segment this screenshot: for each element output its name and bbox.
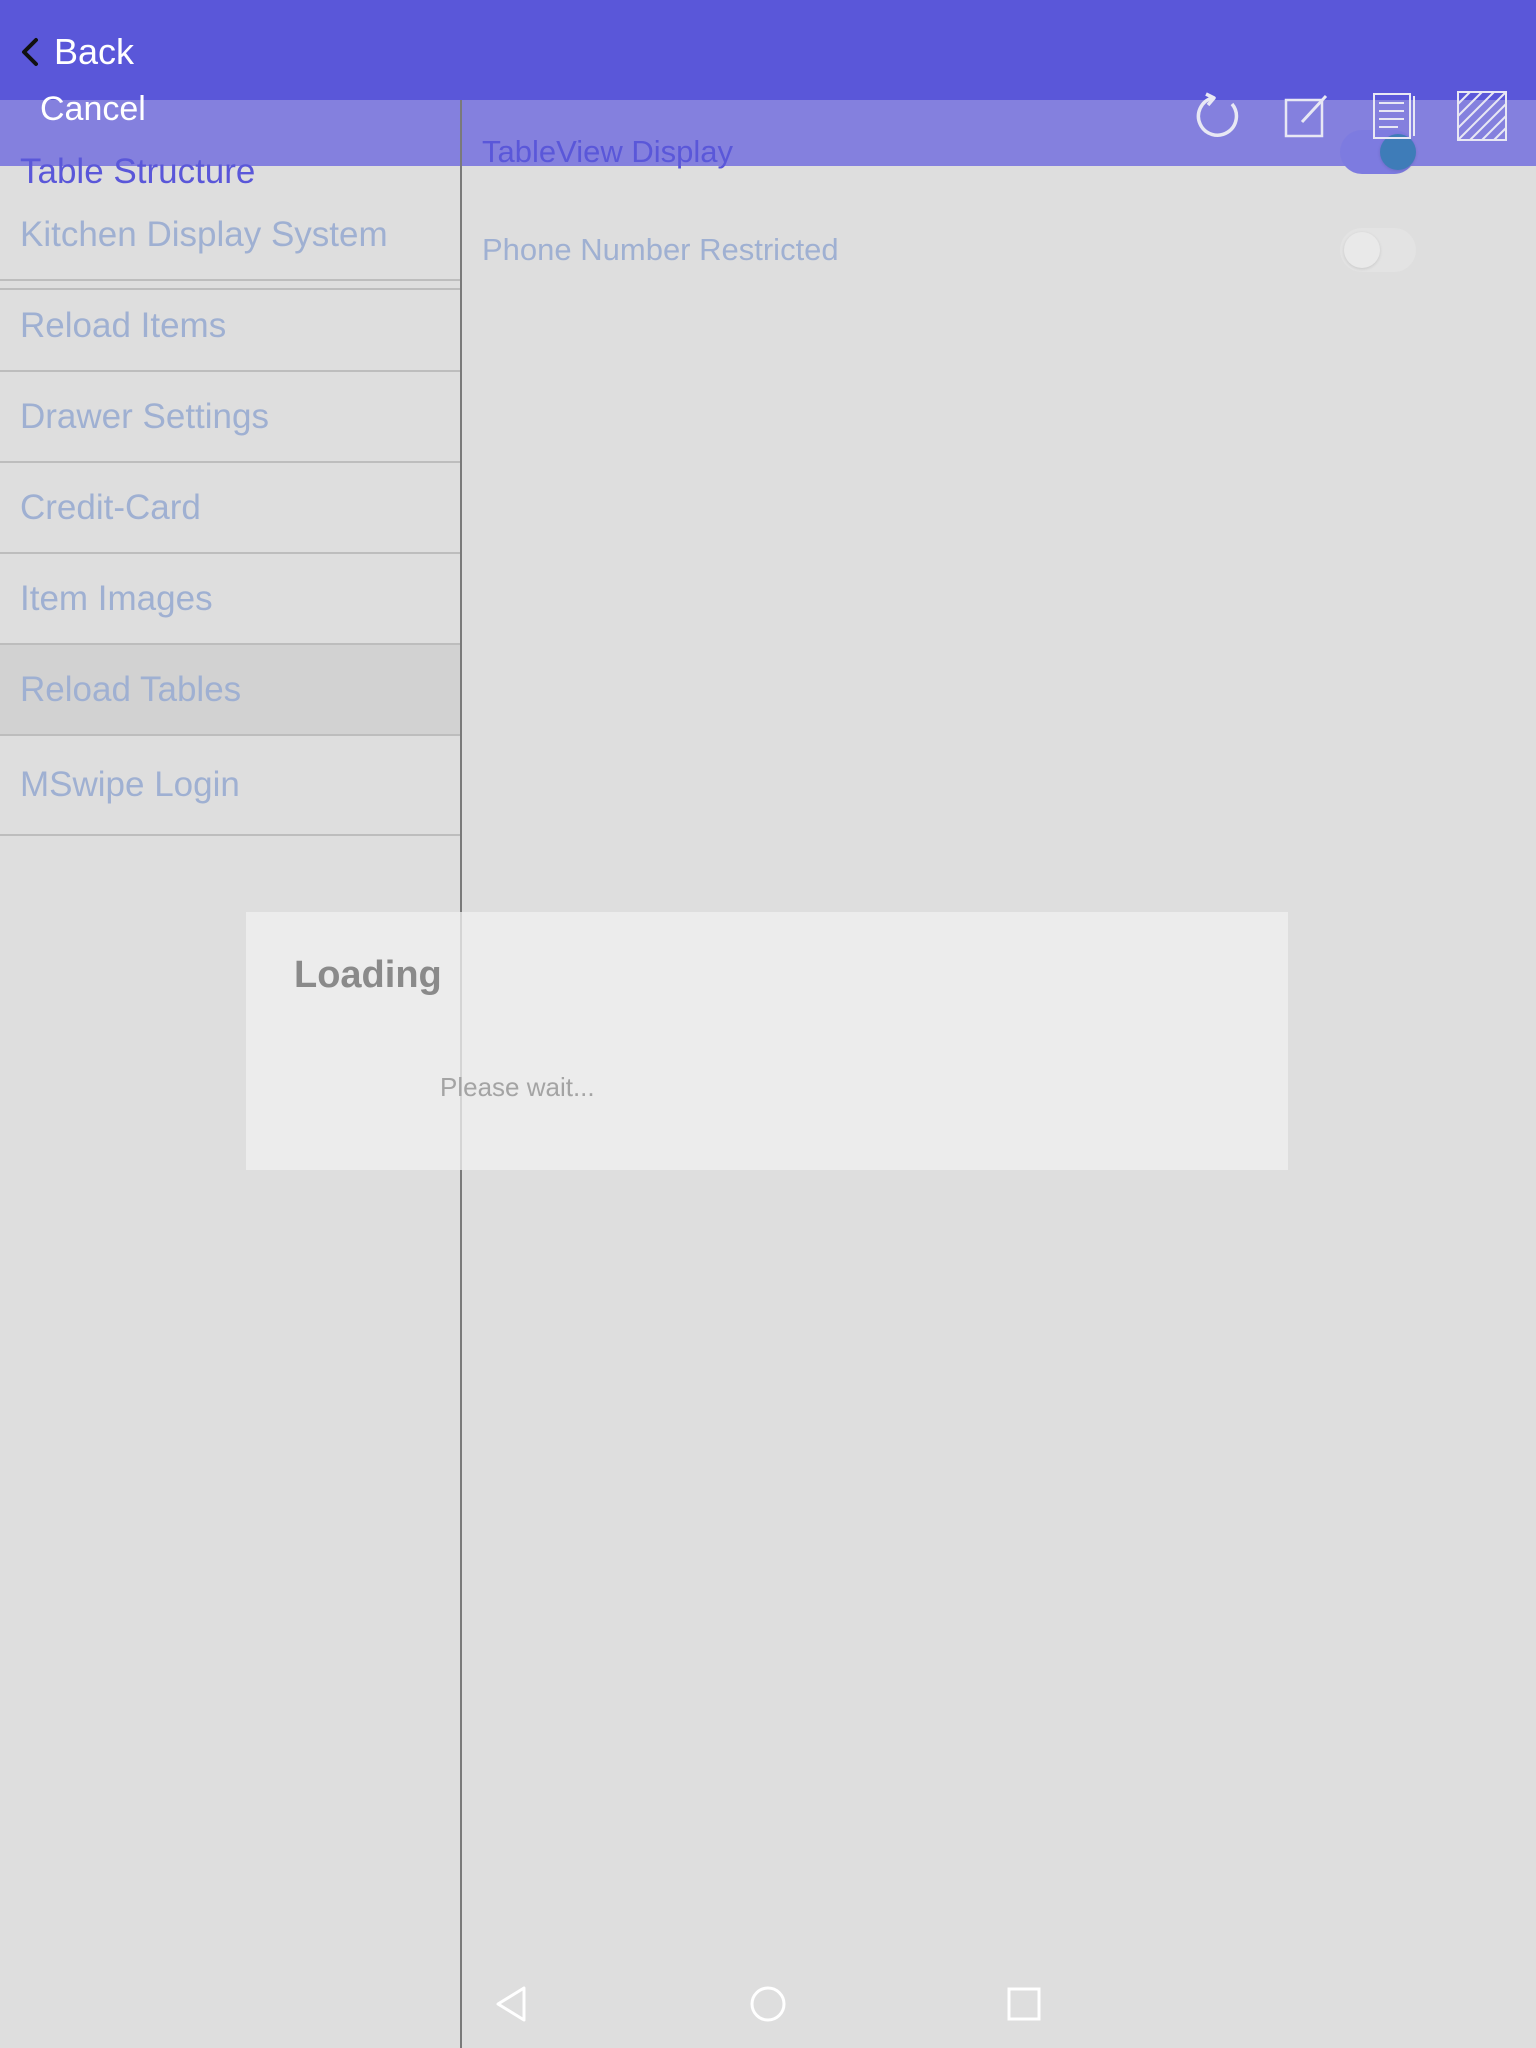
- dialog-message: Please wait...: [440, 1072, 595, 1102]
- sidebar-item-label: Item Images: [20, 578, 213, 618]
- sidebar-item-label: Reload Items: [20, 305, 227, 345]
- edit-button[interactable]: [1280, 88, 1332, 144]
- sidebar-item-kitchen-display-system[interactable]: Kitchen Display System: [0, 190, 460, 281]
- refresh-button[interactable]: [1192, 88, 1244, 144]
- nav-recents-button[interactable]: [1002, 1982, 1046, 2026]
- sidebar-item-drawer-settings[interactable]: Drawer Settings: [0, 372, 460, 463]
- nav-home-button[interactable]: [746, 1982, 790, 2026]
- setting-label: TableView Display: [482, 134, 733, 169]
- setting-label: Phone Number Restricted: [482, 232, 839, 267]
- pattern-icon: [1457, 91, 1507, 141]
- refresh-icon: [1196, 92, 1239, 137]
- home-nav-icon: [750, 1986, 786, 2022]
- sidebar-item-credit-card[interactable]: Credit-Card: [0, 463, 460, 554]
- sidebar-item-reload-items[interactable]: Reload Items: [0, 281, 460, 372]
- toggle-knob: [1344, 232, 1380, 268]
- sidebar-item-mswipe-login[interactable]: MSwipe Login: [0, 736, 460, 836]
- back-button[interactable]: Back: [12, 24, 134, 80]
- nav-back-button[interactable]: [490, 1982, 534, 2026]
- app-bar: Back: [0, 0, 1536, 100]
- dialog-title: Loading: [294, 954, 442, 996]
- setting-row-phone-number-restricted: Phone Number Restricted: [482, 220, 1422, 280]
- sidebar-item-label: Drawer Settings: [20, 396, 269, 436]
- edit-icon: [1284, 94, 1328, 138]
- loading-dialog: Loading Please wait...: [246, 912, 1288, 1170]
- cancel-button[interactable]: Cancel: [40, 90, 146, 129]
- sidebar-item-label: MSwipe Login: [20, 765, 240, 804]
- sidebar-item-label: Credit-Card: [20, 487, 201, 527]
- pattern-button[interactable]: [1456, 88, 1508, 144]
- back-label: Back: [54, 31, 135, 72]
- sidebar-item-label: Table Structure: [20, 152, 256, 191]
- chevron-left-icon: [22, 38, 38, 66]
- toolbar: [1192, 88, 1508, 144]
- dialog-divider: [460, 912, 462, 1170]
- recents-nav-icon: [1007, 1987, 1041, 2021]
- system-nav-bar: [460, 1960, 1536, 2048]
- sidebar-item-reload-tables[interactable]: Reload Tables: [0, 645, 460, 736]
- receipt-icon: [1373, 93, 1415, 139]
- back-nav-icon: [496, 1986, 526, 2022]
- sidebar-item-label: Reload Tables: [20, 669, 242, 709]
- sidebar-item-item-images[interactable]: Item Images: [0, 554, 460, 645]
- sidebar-item-label: Kitchen Display System: [20, 214, 388, 254]
- receipt-button[interactable]: [1368, 88, 1420, 144]
- phone-number-restricted-toggle[interactable]: [1340, 228, 1416, 272]
